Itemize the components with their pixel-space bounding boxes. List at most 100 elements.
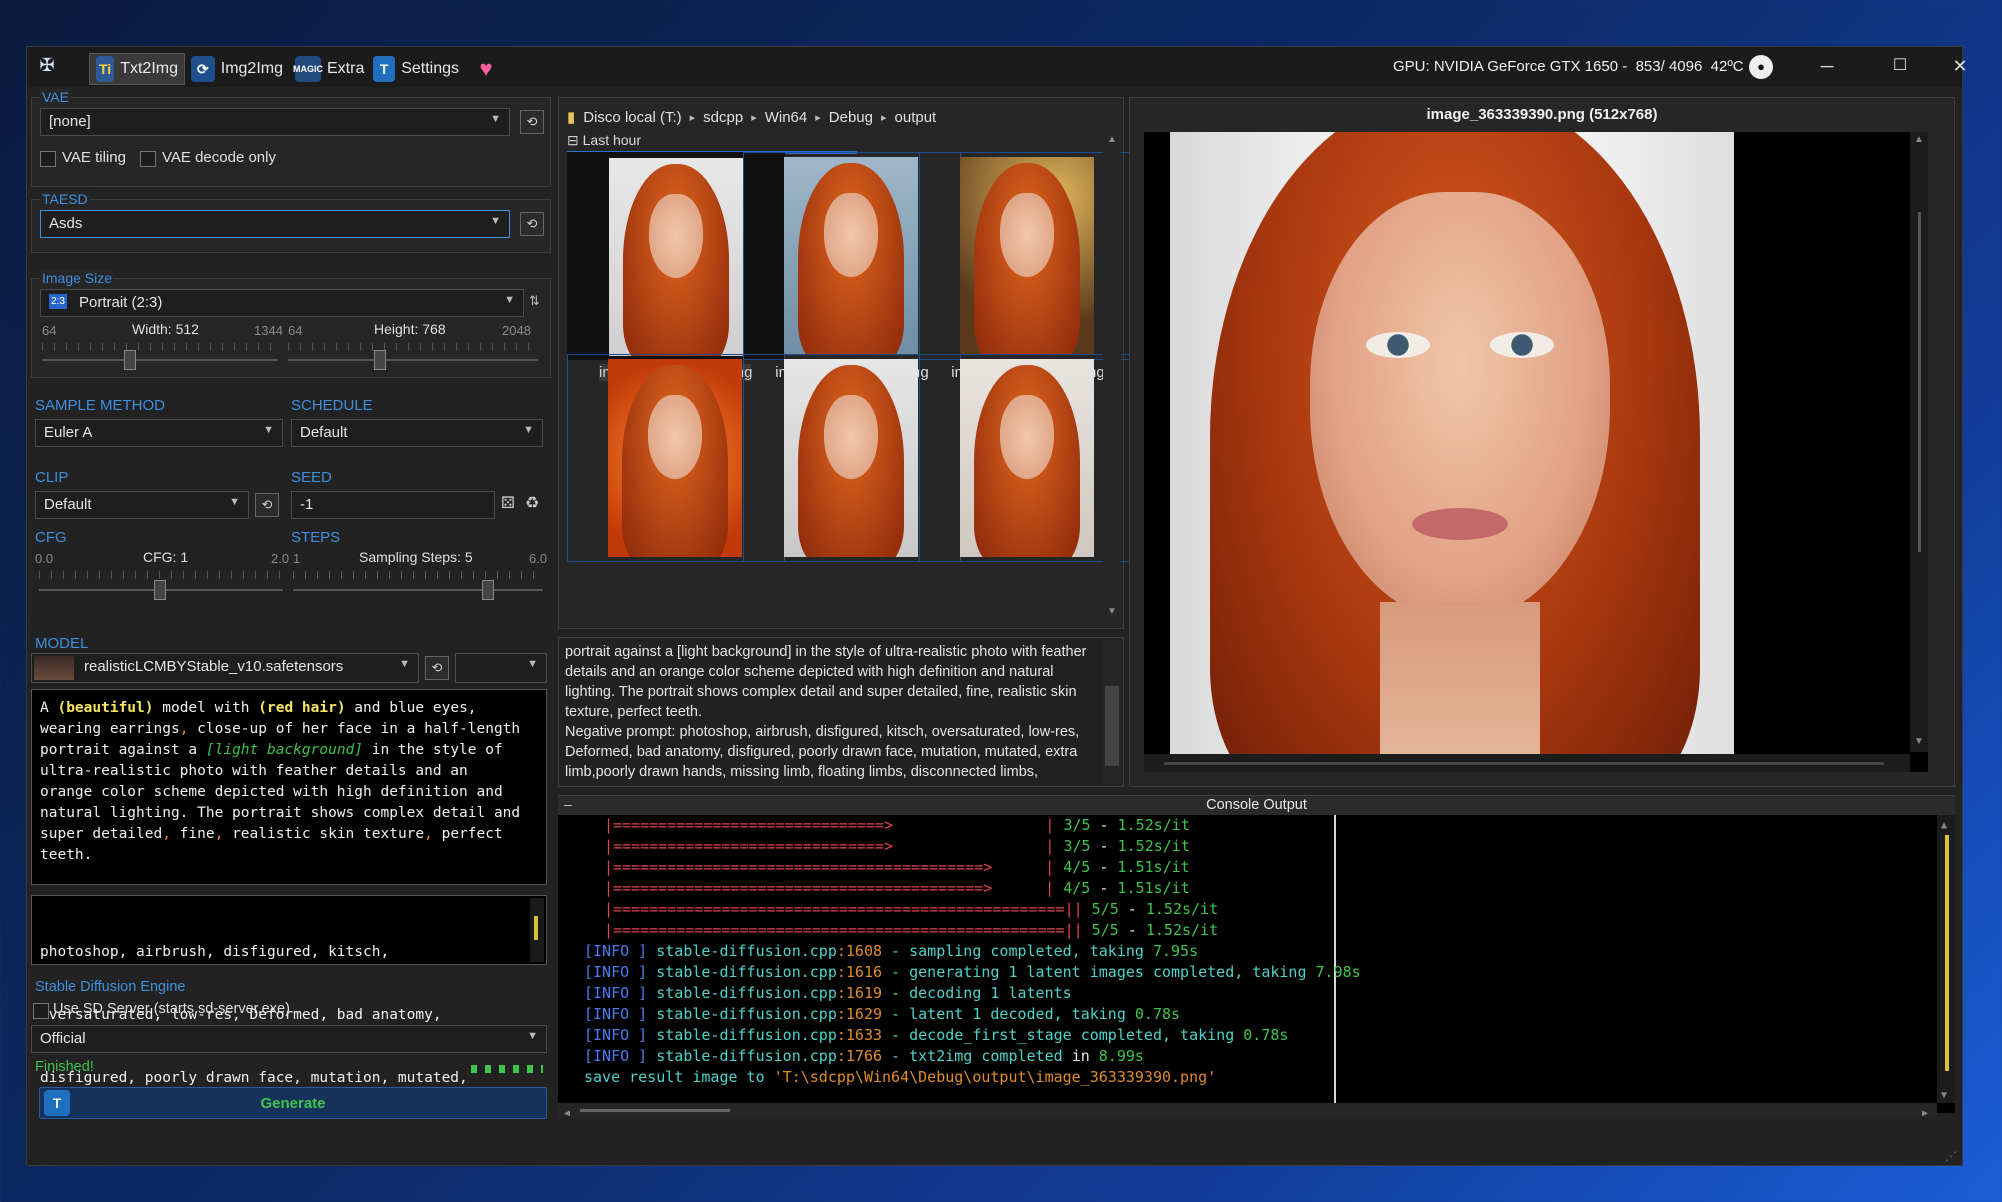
breadcrumb: ▮ Disco local (T:) ▸ sdcpp ▸ Win64 ▸ Debug ▸ out…	[567, 106, 936, 128]
console-token: [INFO ]	[584, 1047, 648, 1065]
vae-select[interactable]: [none] ▼	[40, 108, 510, 136]
engine-select[interactable]: Official ▼	[31, 1025, 547, 1053]
seed-input[interactable]: -1	[291, 491, 495, 519]
negative-prompt-editor[interactable]: photoshop, airbrush, disfigured, kitsch,…	[31, 895, 547, 1086]
settings-icon: T	[373, 56, 396, 82]
width-min: 64	[42, 323, 57, 338]
tab-extra[interactable]: MAGIC Extra	[289, 53, 367, 85]
refresh-model-button[interactable]: ⟲	[425, 656, 449, 680]
console-token: :1608	[836, 942, 883, 960]
gpu-status: GPU: NVIDIA GeForce GTX 1650 - 853/ 4096…	[1393, 58, 1744, 75]
scroll-up-icon: ▲	[1914, 134, 1924, 145]
status-text: Finished!	[35, 1059, 94, 1075]
aspect-ratio-badge: 2:3	[49, 294, 67, 309]
console-token: 1.52s/it	[1117, 837, 1190, 855]
width-slider[interactable]	[124, 350, 136, 370]
console-token: stable-diffusion.cpp	[656, 963, 837, 981]
negative-prompt-scrollbar[interactable]	[530, 898, 544, 962]
console-header: – Console Output	[558, 795, 1955, 815]
info-scrollbar[interactable]	[1103, 640, 1121, 784]
sample-method-select[interactable]: Euler A ▼	[35, 419, 283, 447]
preview-viewport[interactable]: ▲ ▼	[1144, 132, 1928, 772]
steps-slider[interactable]	[482, 580, 494, 600]
console-token: stable-diffusion.cpp	[656, 942, 837, 960]
schedule-select[interactable]: Default ▼	[291, 419, 543, 447]
vae-tiling-checkbox[interactable]	[40, 151, 56, 167]
scroll-thumb	[1918, 212, 1921, 552]
recycle-seed-icon[interactable]: ♻	[525, 493, 539, 513]
console-token: - decode_first_stage completed, taking	[882, 1026, 1244, 1044]
app-logo-icon: ✠	[39, 55, 55, 75]
clip-select[interactable]: Default ▼	[35, 491, 249, 519]
prompt-token: realistic skin texture	[223, 826, 425, 842]
cfg-label: CFG	[35, 529, 67, 546]
breadcrumb-item[interactable]: Debug	[829, 109, 873, 126]
console-token: 0.78s	[1134, 1005, 1181, 1023]
console-token: 1.51s/it	[1117, 858, 1190, 876]
console-token: - txt2img completed	[882, 1047, 1072, 1065]
console-token: 'T:\sdcpp\Win64\Debug\output\image_36333…	[773, 1068, 1217, 1086]
console-token: |=======================================…	[604, 879, 993, 897]
swap-dimensions-icon[interactable]: ⇅	[529, 293, 540, 309]
engine-label: Stable Diffusion Engine	[35, 979, 186, 995]
use-sd-server-checkbox[interactable]	[33, 1003, 49, 1019]
breadcrumb-separator-icon: ▸	[815, 111, 821, 124]
height-label: Height: 768	[374, 321, 446, 337]
console-token: - sampling completed, taking	[882, 942, 1153, 960]
scroll-right-icon: ▶	[1922, 1108, 1929, 1119]
model-variant-select[interactable]: ▼	[455, 653, 547, 683]
maximize-button[interactable]: ☐	[1885, 51, 1915, 81]
console-output: ▲ ▼ ◀ ▶ |==============================>…	[558, 815, 1955, 1119]
window-resize-grip[interactable]: ⋰	[1945, 1149, 1957, 1163]
vae-decode-only-label: VAE decode only	[162, 149, 276, 166]
image-to-image-icon: ⟳	[191, 56, 215, 82]
schedule-label: SCHEDULE	[291, 397, 373, 414]
cfg-ticks	[39, 571, 283, 579]
breadcrumb-item[interactable]: output	[895, 109, 937, 126]
height-slider[interactable]	[374, 350, 386, 370]
console-token: 8.99s	[1089, 1047, 1144, 1065]
console-token: [INFO ]	[584, 984, 648, 1002]
gallery-group-header[interactable]: ⊟ Last hour	[567, 132, 857, 154]
chevron-down-icon: ▼	[490, 113, 501, 125]
taesd-select[interactable]: Asds ▼	[40, 210, 510, 238]
taesd-panel: TAESD Asds ▼ ⟲	[31, 191, 551, 253]
vae-legend: VAE	[40, 89, 71, 105]
gallery-scrollbar[interactable]: ▲ ▼	[1103, 134, 1121, 624]
breadcrumb-separator-icon: ▸	[880, 111, 887, 124]
tab-donate[interactable]: ♥	[467, 53, 507, 85]
preview-scrollbar-vertical[interactable]: ▲ ▼	[1910, 132, 1928, 752]
breadcrumb-item[interactable]: sdcpp	[703, 109, 743, 126]
prompt-token: fine	[170, 826, 215, 842]
console-scrollbar[interactable]: ▲ ▼	[1937, 815, 1955, 1103]
console-scrollbar-horizontal[interactable]: ◀ ▶	[558, 1103, 1937, 1119]
close-button[interactable]: ✕	[1945, 51, 1975, 81]
breadcrumb-item[interactable]: Disco local (T:)	[583, 109, 681, 126]
generate-button[interactable]: T Generate	[39, 1087, 547, 1119]
preview-scrollbar-horizontal[interactable]	[1144, 754, 1910, 772]
console-token: [INFO ]	[584, 1005, 648, 1023]
console-line: [INFO ] stable-diffusion.cpp:1766 - txt2…	[584, 1046, 1144, 1067]
dice-icon[interactable]: ⚄	[501, 493, 515, 513]
aspect-ratio-select[interactable]: 2:3 Portrait (2:3) ▼	[40, 289, 524, 317]
model-select[interactable]: realisticLCMBYStable_v10.safetensors ▼	[31, 653, 419, 683]
console-token: :1616	[836, 963, 883, 981]
console-token: 3/5	[1063, 816, 1091, 834]
tab-txt2img[interactable]: Ti Txt2Img	[89, 53, 185, 85]
prompt-editor[interactable]: A (beautiful) model with (red hair) and …	[31, 689, 547, 885]
breadcrumb-item[interactable]: Win64	[765, 109, 808, 126]
vae-decode-only-checkbox[interactable]	[140, 151, 156, 167]
github-icon[interactable]: ●	[1749, 55, 1773, 79]
thumbnail-image	[609, 158, 743, 356]
refresh-clip-button[interactable]: ⟲	[255, 493, 279, 517]
console-token: 1.52s/it	[1117, 816, 1190, 834]
minimize-button[interactable]: ─	[1812, 51, 1842, 81]
cfg-slider[interactable]	[154, 580, 166, 600]
refresh-taesd-button[interactable]: ⟲	[520, 212, 544, 236]
scroll-down-icon: ▼	[1107, 606, 1117, 617]
refresh-vae-button[interactable]: ⟲	[520, 110, 544, 134]
image-size-legend: Image Size	[40, 270, 115, 286]
face-shape	[1310, 192, 1610, 622]
tab-settings[interactable]: T Settings	[367, 53, 465, 85]
tab-img2img[interactable]: ⟳ Img2Img	[185, 53, 289, 85]
